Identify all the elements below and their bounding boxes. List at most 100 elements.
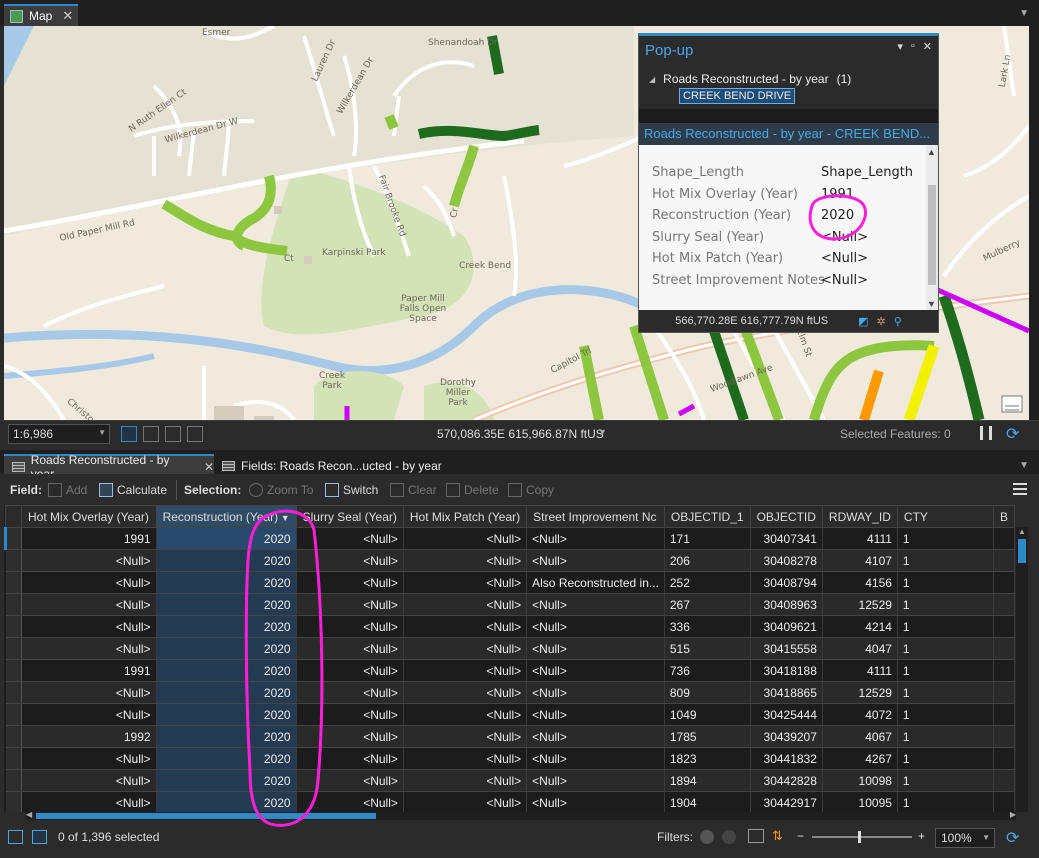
row-header[interactable] <box>5 703 22 726</box>
table-cell[interactable]: 2020 <box>156 747 297 770</box>
filter-extent-icon[interactable] <box>700 830 714 844</box>
pause-icon[interactable] <box>980 426 992 440</box>
table-cell[interactable]: <Null> <box>21 703 157 726</box>
chevron-up-icon[interactable]: ▲ <box>927 147 936 157</box>
table-cell[interactable]: <Null> <box>526 659 665 682</box>
table-cell[interactable]: 4267 <box>822 747 898 770</box>
refresh-icon[interactable]: ⟳ <box>1006 424 1019 444</box>
table-cell[interactable]: 12529 <box>822 593 898 616</box>
table-cell[interactable]: 2020 <box>156 791 297 812</box>
table-cell[interactable]: 1 <box>897 681 994 704</box>
table-cell[interactable]: <Null> <box>403 681 528 704</box>
table-cell[interactable]: <Null> <box>403 593 528 616</box>
table-cell[interactable]: 30408963 <box>750 593 823 616</box>
table-cell[interactable]: 1 <box>897 747 994 770</box>
table-cell[interactable]: 1 <box>897 637 994 660</box>
row-header[interactable] <box>5 681 22 704</box>
column-header[interactable]: Street Improvement Nc <box>526 505 665 528</box>
table-cell[interactable]: Also Reconstructed in... <box>526 571 665 594</box>
table-cell[interactable]: 2020 <box>156 527 297 550</box>
table-cell[interactable]: 1 <box>897 769 994 792</box>
chevron-down-icon[interactable]: ▼ <box>98 428 106 437</box>
table-cell[interactable]: 10095 <box>822 791 898 812</box>
table-cell[interactable]: <Null> <box>526 593 665 616</box>
table-row[interactable]: <Null> 2020 <Null> <Null> <Null> 1049 30425444… <box>5 703 1015 726</box>
row-header[interactable] <box>5 571 22 594</box>
table-cell[interactable]: 2020 <box>156 725 297 748</box>
table-row[interactable]: <Null> 2020 <Null> <Null> <Null> 1904 30442917… <box>5 791 1015 812</box>
row-header[interactable] <box>5 615 22 638</box>
table-cell[interactable] <box>993 593 1015 616</box>
grid-icon[interactable] <box>121 426 137 442</box>
map-tab[interactable]: Map ✕ <box>4 4 78 26</box>
sort-descending-icon[interactable]: ▼ <box>278 513 290 523</box>
popup-feature-item[interactable]: CREEK BEND DRIVE <box>679 88 796 104</box>
table-row[interactable]: <Null> 2020 <Null> <Null> <Null> 336 30409621 4… <box>5 615 1015 638</box>
table-cell[interactable]: 4107 <box>822 549 898 572</box>
table-cell[interactable]: 2020 <box>156 549 297 572</box>
chevron-left-icon[interactable]: ◀ <box>26 810 32 819</box>
table-cell[interactable]: <Null> <box>403 725 528 748</box>
attribute-table[interactable]: Hot Mix Overlay (Year) Reconstruction (Ye… <box>4 505 1015 812</box>
table-cell[interactable]: 809 <box>664 681 751 704</box>
table-cell[interactable]: <Null> <box>526 681 665 704</box>
table-cell[interactable]: <Null> <box>403 637 528 660</box>
table-cell[interactable]: 736 <box>664 659 751 682</box>
table-cell[interactable] <box>993 637 1015 660</box>
table-cell[interactable]: <Null> <box>526 549 665 572</box>
table-cell[interactable]: <Null> <box>296 571 404 594</box>
table-horizontal-scrollbar[interactable]: ◀ ▶ <box>26 810 1016 820</box>
table-row[interactable]: <Null> 2020 <Null> <Null> <Null> 1894 30442828… <box>5 769 1015 792</box>
filter-visible-icon[interactable] <box>722 830 736 844</box>
table-cell[interactable]: <Null> <box>526 725 665 748</box>
table-cell[interactable]: <Null> <box>21 791 157 812</box>
refresh-icon[interactable]: ⟳ <box>1006 828 1019 848</box>
row-header[interactable] <box>5 769 22 792</box>
collapse-triangle-icon[interactable]: ◢ <box>649 75 655 84</box>
table-cell[interactable] <box>993 659 1015 682</box>
table-cell[interactable]: 4111 <box>822 527 898 550</box>
table-cell[interactable]: <Null> <box>21 769 157 792</box>
column-header[interactable]: Reconstruction (Year) ▼ <box>155 505 297 528</box>
table-cell[interactable]: 2020 <box>156 659 297 682</box>
chevron-right-icon[interactable]: ▶ <box>1010 810 1016 819</box>
table-cell[interactable]: 2020 <box>156 769 297 792</box>
table-cell[interactable]: <Null> <box>403 769 528 792</box>
table-cell[interactable] <box>993 703 1015 726</box>
table-cell[interactable]: 1 <box>897 549 994 572</box>
table-cell[interactable]: 1 <box>897 659 994 682</box>
chevron-down-icon[interactable]: ▼ <box>1019 8 1029 19</box>
scroll-thumb[interactable] <box>928 185 936 285</box>
delete-button[interactable]: Delete <box>446 483 499 497</box>
table-cell[interactable]: 30408794 <box>750 571 823 594</box>
table-cell[interactable]: 267 <box>664 593 751 616</box>
chevron-down-icon[interactable]: ▾ <box>897 40 903 53</box>
switch-button[interactable]: Switch <box>325 483 378 497</box>
table-cell[interactable] <box>993 769 1015 792</box>
table-row[interactable]: <Null> 2020 <Null> <Null> <Null> 515 30415558 4… <box>5 637 1015 660</box>
table-cell[interactable]: <Null> <box>21 571 157 594</box>
table-cell[interactable]: 1991 <box>21 527 157 550</box>
table-cell[interactable] <box>993 747 1015 770</box>
constraints-icon[interactable] <box>187 426 203 442</box>
table-cell[interactable]: <Null> <box>403 549 528 572</box>
column-header[interactable]: CTY <box>896 505 994 528</box>
table-cell[interactable]: 4111 <box>822 659 898 682</box>
table-cell[interactable]: 30418188 <box>750 659 823 682</box>
table-cell[interactable]: <Null> <box>296 549 404 572</box>
table-cell[interactable]: 4214 <box>822 615 898 638</box>
table-cell[interactable]: 1 <box>897 527 994 550</box>
table-cell[interactable]: <Null> <box>296 659 404 682</box>
zoom-in-button[interactable]: + <box>918 829 925 843</box>
table-cell[interactable]: 1049 <box>664 703 751 726</box>
table-cell[interactable]: <Null> <box>296 637 404 660</box>
table-cell[interactable]: <Null> <box>403 747 528 770</box>
table-cell[interactable] <box>993 571 1015 594</box>
show-all-records-icon[interactable] <box>8 830 23 844</box>
table-cell[interactable]: 30418865 <box>750 681 823 704</box>
table-cell[interactable]: 4072 <box>822 703 898 726</box>
table-cell[interactable]: <Null> <box>403 791 528 812</box>
table-row[interactable]: <Null> 2020 <Null> <Null> <Null> 809 30418865 1… <box>5 681 1015 704</box>
table-cell[interactable]: 1 <box>897 615 994 638</box>
table-cell[interactable]: <Null> <box>21 593 157 616</box>
